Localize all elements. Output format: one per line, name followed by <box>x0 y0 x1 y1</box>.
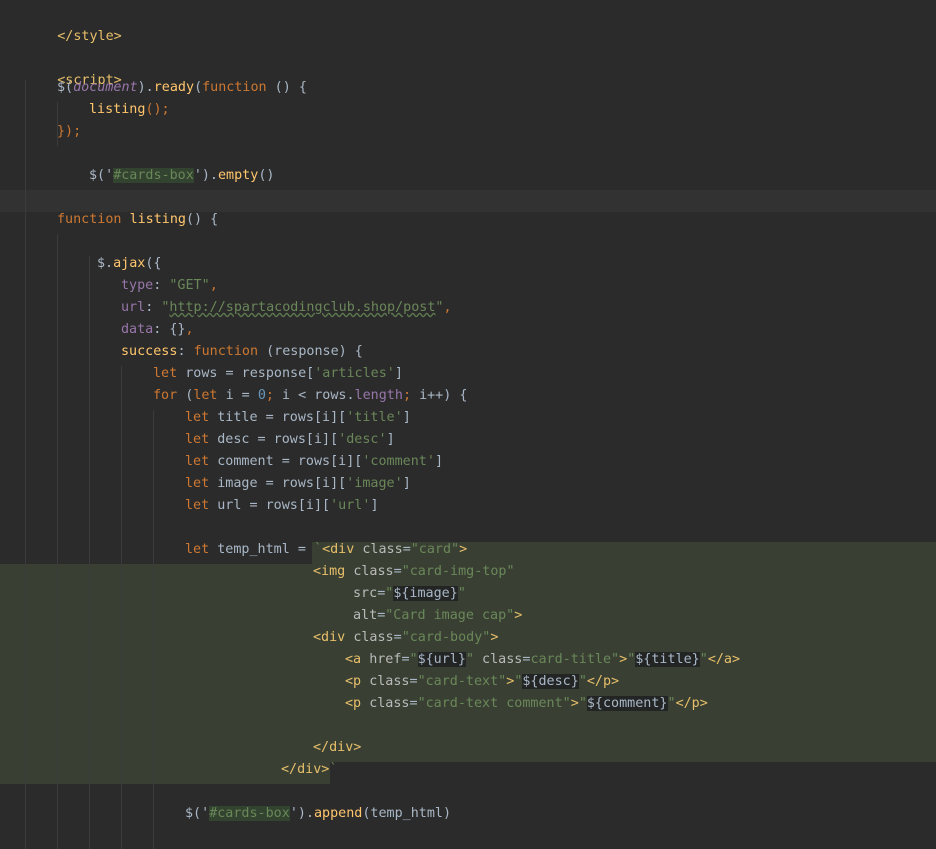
code-line-32: <p class="card-text comment">"${comment}… <box>345 696 708 711</box>
url-link[interactable]: http://spartacodingclub.shop/post <box>169 300 435 315</box>
code-line-14: url: "http://spartacodingclub.shop/post"… <box>121 300 452 315</box>
code-line-22: let image = rows[i]['image'] <box>185 476 411 491</box>
code-line-1: </style> <box>57 29 122 44</box>
indent-guide <box>57 234 58 849</box>
indent-guide <box>121 366 122 849</box>
code-line-20: let desc = rows[i]['desc'] <box>185 432 395 447</box>
code-line-15: data: {}, <box>121 322 194 337</box>
code-line-8: $('#cards-box').empty() <box>89 168 275 183</box>
code-line-21: let comment = rows[i]['comment'] <box>185 454 443 469</box>
code-editor[interactable]: </style> <script> $(document).ready(func… <box>0 0 936 849</box>
code-line-30: <a href="${url}" class=card-title">"${ti… <box>345 652 741 667</box>
code-line-29: <div class="card-body"> <box>313 630 499 645</box>
code-line-12: $.ajax({ <box>97 256 162 271</box>
code-line-19: let title = rows[i]['title'] <box>185 410 411 425</box>
code-line-27: src="${image}" <box>353 586 466 601</box>
indent-guide <box>25 80 26 849</box>
code-line-37: $('#cards-box').append(temp_html) <box>185 806 452 821</box>
code-line-4: $(document).ready(function () { <box>57 80 307 95</box>
code-line-28: alt="Card image cap"> <box>353 608 523 623</box>
indent-guide <box>153 410 154 849</box>
code-line-31: <p class="card-text">"${desc}"</p> <box>345 674 620 689</box>
code-line-16: success: function (response) { <box>121 344 363 359</box>
current-line-highlight <box>0 190 936 212</box>
code-line-26: <img class="card-img-top" <box>313 564 515 579</box>
code-line-25: let temp_html = `<div class="card"> <box>185 542 468 557</box>
code-line-17: let rows = response['articles'] <box>153 366 403 381</box>
code-line-5: listing(); <box>89 102 170 117</box>
code-line-13: type: "GET", <box>121 278 218 293</box>
code-line-34: </div> <box>313 740 362 755</box>
indent-guide <box>89 256 90 849</box>
code-line-18: for (let i = 0; i < rows.length; i++) { <box>153 388 468 403</box>
code-line-35: </div>` <box>281 762 338 777</box>
code-line-10: function listing() { <box>57 212 219 227</box>
code-line-23: let url = rows[i]['url'] <box>185 498 379 513</box>
code-line-6: }); <box>57 124 82 139</box>
